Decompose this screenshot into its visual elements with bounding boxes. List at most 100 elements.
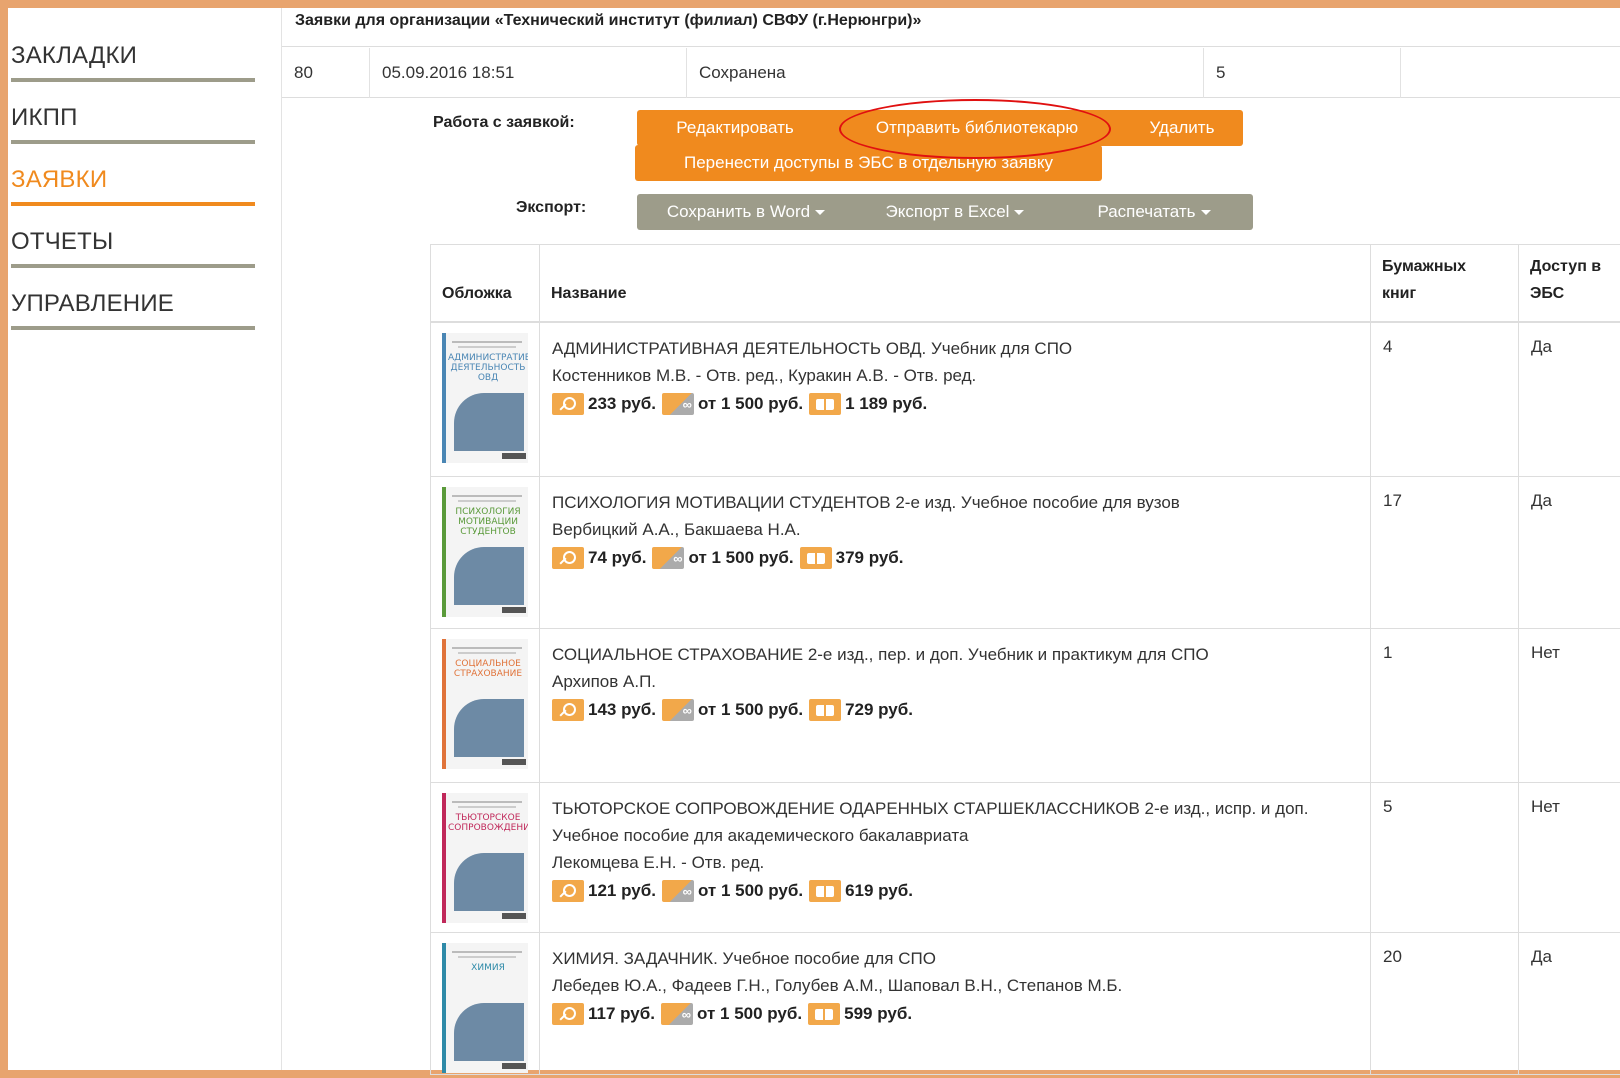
save-word-button[interactable]: Сохранить в Word [637,194,855,230]
export-label: Экспорт: [516,199,587,216]
cover-cell: СОЦИАЛЬНОЕ СТРАХОВАНИЕ [431,629,540,782]
price-unlimited: от 1 500 руб. [688,548,794,567]
price-ebs: 233 руб. [588,394,656,413]
price-paper: 619 руб. [845,881,913,900]
column-header-label: Обложка [442,285,512,302]
column-header-paper: Бумажных книг [1371,245,1519,323]
name-cell: АДМИНИСТРАТИВНАЯ ДЕЯТЕЛЬНОСТЬ ОВД. Учебн… [540,323,1371,476]
paper-count: 5 [1371,783,1519,932]
price-line: 74 руб. от 1 500 руб. 379 руб. [552,544,1358,572]
cover-title: СОЦИАЛЬНОЕ СТРАХОВАНИЕ [453,659,523,679]
price-ebs: 143 руб. [588,700,656,719]
book-cover-image[interactable]: СОЦИАЛЬНОЕ СТРАХОВАНИЕ [442,639,528,769]
price-ebs: 117 руб. [588,1004,655,1023]
cover-cell: ТЬЮТОРСКОЕ СОПРОВОЖДЕНИЕ [431,783,540,932]
cover-title: АДМИНИСТРАТИВНАЯ ДЕЯТЕЛЬНОСТЬ ОВД [448,353,528,383]
sidebar-item-management[interactable]: УПРАВЛЕНИЕ [11,268,255,330]
sidebar-item-reports[interactable]: ОТЧЕТЫ [11,206,255,268]
cover-picture [454,1003,524,1061]
book-title[interactable]: АДМИНИСТРАТИВНАЯ ДЕЯТЕЛЬНОСТЬ ОВД. Учебн… [552,335,1358,362]
sidebar-item-ikpp[interactable]: ИКПП [11,82,255,144]
ebs-access: Да [1531,337,1552,356]
sidebar-item-label: ИКПП [11,104,78,131]
price-paper: 1 189 руб. [845,394,928,413]
name-cell: СОЦИАЛЬНОЕ СТРАХОВАНИЕ 2-е изд., пер. и … [540,629,1371,782]
table-header: Обложка Название Бумажных книг Доступ в … [431,245,1620,323]
open-book-icon [809,392,842,415]
cover-decoration [458,956,516,958]
print-button[interactable]: Распечатать [1055,194,1253,230]
export-excel-button[interactable]: Экспорт в Excel [855,194,1055,230]
book-cover-image[interactable]: ХИМИЯ [442,943,528,1073]
price-unlimited: от 1 500 руб. [697,700,804,719]
order-id: 80 [282,48,370,98]
order-status: Сохранена [687,48,1204,98]
book-cover-image[interactable]: АДМИНИСТРАТИВНАЯ ДЕЯТЕЛЬНОСТЬ ОВД [442,333,528,463]
column-header-ebs: Доступ в ЭБС [1519,245,1620,323]
name-cell: ПСИХОЛОГИЯ МОТИВАЦИИ СТУДЕНТОВ 2-е изд. … [540,477,1371,628]
sidebar-item-orders[interactable]: ЗАЯВКИ [11,144,255,206]
name-cell: ХИМИЯ. ЗАДАЧНИК. Учебное пособие для СПО… [540,933,1371,1074]
sidebar-item-bookmarks[interactable]: ЗАКЛАДКИ [11,20,255,82]
cover-title: ПСИХОЛОГИЯ МОТИВАЦИИ СТУДЕНТОВ [455,507,521,537]
cover-decoration [458,806,516,808]
book-authors: Лебедев Ю.А., Фадеев Г.Н., Голубев А.М.,… [552,976,1123,995]
cover-decoration [452,647,522,649]
column-header-label: Бумажных книг [1382,258,1467,302]
price-paper: 729 руб. [845,700,913,719]
paper-count: 1 [1371,629,1519,782]
cover-publisher-logo [502,913,526,919]
key-icon [552,698,584,721]
table-row: ХИМИЯ ХИМИЯ. ЗАДАЧНИК. Учебное пособие дл… [431,933,1620,1075]
key-icon [552,879,584,902]
book-title[interactable]: ПСИХОЛОГИЯ МОТИВАЦИИ СТУДЕНТОВ 2-е изд. … [552,489,1358,516]
price-unlimited: от 1 500 руб. [697,394,804,413]
sidebar-item-label: ОТЧЕТЫ [11,228,114,255]
cover-picture [454,699,524,757]
order-extra [1401,48,1620,98]
order-actions-label: Работа с заявкой: [433,114,575,131]
book-authors: Вербицкий А.А., Бакшаева Н.А. [552,520,801,539]
ebs-access: Да [1531,947,1552,966]
cover-cell: ПСИХОЛОГИЯ МОТИВАЦИИ СТУДЕНТОВ [431,477,540,628]
open-book-icon [809,879,842,902]
unlimited-key-icon [661,697,694,724]
cover-decoration [452,495,522,497]
column-header-label: Название [551,285,627,302]
book-title[interactable]: ТЬЮТОРСКОЕ СОПРОВОЖДЕНИЕ ОДАРЕННЫХ СТАРШ… [552,795,1358,849]
key-icon [552,546,584,569]
column-header-name: Название [540,245,1371,323]
book-authors: Костенников М.В. - Отв. ред., Куракин А.… [552,366,977,385]
name-cell: ТЬЮТОРСКОЕ СОПРОВОЖДЕНИЕ ОДАРЕННЫХ СТАРШ… [540,783,1371,932]
price-paper: 379 руб. [835,548,904,567]
cover-title: ХИМИЯ [471,963,505,973]
cover-cell: ХИМИЯ [431,933,540,1074]
delete-button[interactable]: Удалить [1121,110,1243,146]
paper-count: 17 [1371,477,1519,628]
save-word-label: Сохранить в Word [666,202,811,221]
ebs-access: Нет [1531,643,1560,662]
table-row: ТЬЮТОРСКОЕ СОПРОВОЖДЕНИЕ ТЬЮТОРСКОЕ СОПРО… [431,783,1620,933]
paper-count: 20 [1371,933,1519,1074]
book-title[interactable]: ХИМИЯ. ЗАДАЧНИК. Учебное пособие для СПО [552,945,1358,972]
book-title[interactable]: СОЦИАЛЬНОЕ СТРАХОВАНИЕ 2-е изд., пер. и … [552,641,1358,668]
edit-button[interactable]: Редактировать [637,110,833,146]
window-frame-left [0,0,8,1078]
price-line: 117 руб. от 1 500 руб. 599 руб. [552,1000,1358,1028]
cover-cell: АДМИНИСТРАТИВНАЯ ДЕЯТЕЛЬНОСТЬ ОВД [431,323,540,476]
cover-picture [454,853,524,911]
cover-publisher-logo [502,759,526,765]
cover-publisher-logo [502,1063,526,1069]
book-cover-image[interactable]: ТЬЮТОРСКОЕ СОПРОВОЖДЕНИЕ [442,793,528,923]
order-date: 05.09.2016 18:51 [370,48,687,98]
page-title: Заявки для организации «Технический инст… [295,12,922,29]
ebs-access: Да [1531,491,1552,510]
ebs-access: Нет [1531,797,1560,816]
price-ebs: 74 руб. [588,548,647,567]
column-header-label: Доступ в ЭБС [1530,258,1602,302]
book-cover-image[interactable]: ПСИХОЛОГИЯ МОТИВАЦИИ СТУДЕНТОВ [442,487,528,617]
key-icon [552,1002,584,1025]
window-frame-top [0,0,1620,8]
cover-decoration [452,341,522,343]
cover-title: ТЬЮТОРСКОЕ СОПРОВОЖДЕНИЕ [448,813,528,833]
